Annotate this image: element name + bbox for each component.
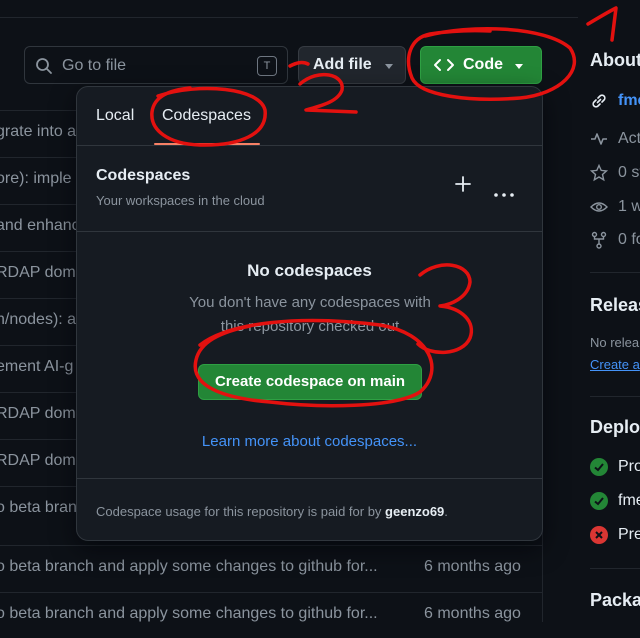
commit-message[interactable]: RDAP dom bbox=[0, 405, 76, 423]
eye-icon bbox=[590, 198, 608, 221]
check-circle-icon bbox=[590, 492, 608, 510]
commit-message[interactable]: and enhanc bbox=[0, 217, 80, 235]
tab-local[interactable]: Local bbox=[96, 107, 134, 125]
deployment-item[interactable]: Pre bbox=[618, 526, 640, 544]
deployments-heading: Deplo bbox=[590, 417, 640, 437]
kebab-horizontal-icon[interactable] bbox=[493, 185, 515, 203]
footer-text: Codespace usage for this repository is p… bbox=[96, 504, 448, 519]
no-releases-text: No relea bbox=[590, 335, 640, 350]
commit-message[interactable]: o beta branch and apply some changes to … bbox=[0, 605, 378, 623]
footer-user: geenzo69 bbox=[385, 504, 445, 519]
footer-prefix: Codespace usage for this repository is p… bbox=[96, 504, 386, 519]
deployment-item[interactable]: Pro bbox=[618, 458, 640, 476]
commit-time: 6 months ago bbox=[424, 558, 521, 575]
pulse-icon bbox=[590, 130, 608, 153]
section-title: Codespaces bbox=[96, 167, 191, 184]
releases-heading: Releas bbox=[590, 295, 640, 315]
search-icon bbox=[35, 57, 53, 80]
x-circle-icon bbox=[590, 526, 608, 544]
commit-message[interactable]: o beta bran bbox=[0, 499, 77, 517]
commit-message[interactable]: n/nodes): a bbox=[0, 311, 76, 329]
tabs-divider bbox=[77, 145, 542, 146]
commit-message[interactable]: o beta branch and apply some changes to … bbox=[0, 558, 378, 576]
commit-message[interactable]: grate into a bbox=[0, 123, 76, 141]
learn-more-link[interactable]: Learn more about codespaces... bbox=[77, 433, 542, 450]
star-icon bbox=[589, 163, 609, 187]
go-to-file-input[interactable]: Go to file T bbox=[24, 46, 288, 84]
sidebar-divider bbox=[590, 568, 640, 569]
plus-icon[interactable] bbox=[452, 173, 474, 200]
table-row[interactable]: o beta branch and apply some changes to … bbox=[0, 545, 542, 591]
commit-message[interactable]: ore): imple bbox=[0, 170, 72, 188]
commit-message[interactable]: RDAP dom bbox=[0, 452, 76, 470]
chevron-down-icon bbox=[385, 64, 393, 69]
create-codespace-button[interactable]: Create codespace on main bbox=[198, 364, 422, 400]
section-subtitle: Your workspaces in the cloud bbox=[96, 193, 265, 208]
code-icon bbox=[433, 57, 455, 78]
empty-state-text: You don't have any codespaces with this … bbox=[189, 294, 431, 335]
sidebar-divider bbox=[590, 396, 640, 397]
forks-count[interactable]: 0 fo bbox=[618, 231, 640, 249]
tab-codespaces[interactable]: Codespaces bbox=[162, 107, 251, 125]
create-release-link[interactable]: Create a bbox=[590, 357, 640, 372]
commit-message[interactable]: RDAP dom bbox=[0, 264, 76, 282]
shortcut-badge: T bbox=[257, 56, 277, 76]
code-button[interactable]: Code bbox=[420, 46, 542, 84]
stars-count[interactable]: 0 st bbox=[618, 164, 640, 182]
empty-state-title: No codespaces bbox=[247, 261, 372, 280]
commit-message[interactable]: ement AI-g bbox=[0, 358, 73, 376]
packages-heading: Packag bbox=[590, 590, 640, 610]
fork-icon bbox=[590, 231, 608, 254]
top-divider bbox=[0, 17, 578, 18]
add-file-label: Add file bbox=[313, 56, 372, 73]
activity-link[interactable]: Act bbox=[618, 130, 640, 148]
deployment-item[interactable]: fme bbox=[618, 492, 640, 510]
sidebar-divider bbox=[590, 272, 640, 273]
chevron-down-icon bbox=[515, 64, 523, 69]
annotation-digit-1 bbox=[586, 6, 618, 42]
footer-suffix: . bbox=[444, 504, 448, 519]
code-label: Code bbox=[463, 56, 503, 73]
check-circle-icon bbox=[590, 458, 608, 476]
about-heading: About bbox=[590, 50, 640, 70]
footer-divider bbox=[77, 478, 542, 479]
watching-count[interactable]: 1 w bbox=[618, 198, 640, 216]
section-divider bbox=[77, 231, 542, 232]
add-file-button[interactable]: Add file bbox=[298, 46, 406, 84]
codespaces-popover: Local Codespaces Codespaces Your workspa… bbox=[76, 86, 543, 541]
search-placeholder: Go to file bbox=[62, 57, 127, 74]
commit-time: 6 months ago bbox=[424, 605, 521, 622]
repo-link[interactable]: fme bbox=[618, 92, 640, 110]
table-row[interactable]: o beta branch and apply some changes to … bbox=[0, 592, 542, 638]
link-icon bbox=[590, 92, 608, 115]
